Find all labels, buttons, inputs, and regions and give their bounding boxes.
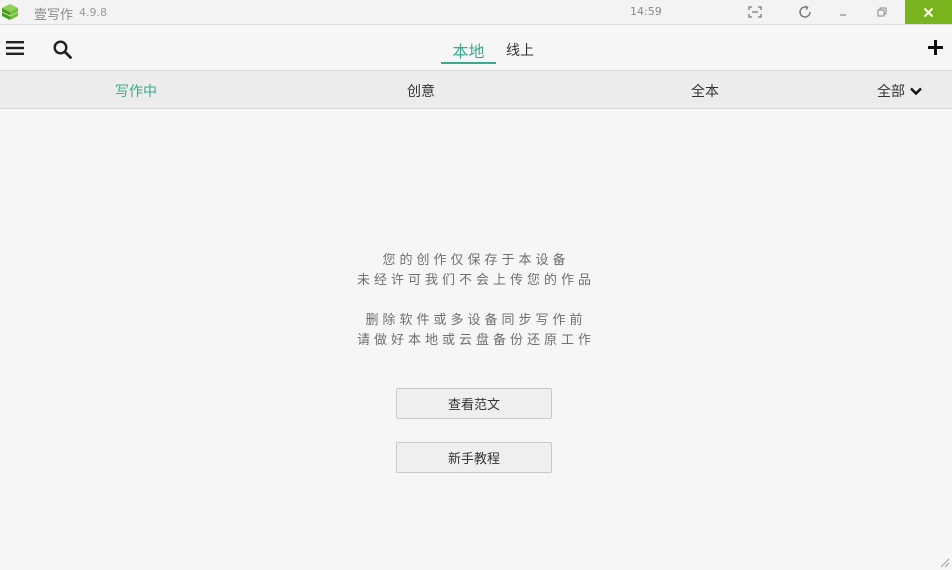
clock: 14:59: [630, 5, 662, 18]
close-icon: [923, 7, 934, 17]
toolbar: 本地 线上: [0, 25, 952, 71]
filter-ideas[interactable]: 创意: [407, 81, 435, 101]
app-name: 壹写作: [34, 8, 74, 23]
restore-icon: [877, 7, 887, 17]
app-logo-icon: [1, 4, 19, 20]
view-samples-button[interactable]: 查看范文: [396, 388, 552, 419]
filter-complete[interactable]: 全本: [691, 81, 719, 101]
tab-local[interactable]: 本地: [441, 38, 496, 64]
tab-online[interactable]: 线上: [506, 40, 534, 60]
filter-writing[interactable]: 写作中: [115, 81, 157, 101]
filter-all-dropdown[interactable]: 全部: [877, 81, 923, 101]
message-line-3: 删除软件或多设备同步写作前: [365, 313, 587, 328]
tutorial-button[interactable]: 新手教程: [396, 442, 552, 473]
app-version: 4.9.8: [79, 6, 107, 19]
plus-icon[interactable]: [928, 40, 943, 55]
minimize-button[interactable]: [827, 0, 859, 24]
fullscreen-button[interactable]: [739, 0, 771, 24]
refresh-button[interactable]: [789, 0, 821, 24]
message-line-2: 未经许可我们不会上传您的作品: [356, 273, 595, 288]
message-line-4: 请做好本地或云盘备份还原工作: [356, 333, 595, 348]
menu-icon[interactable]: [6, 40, 24, 56]
resize-grip-icon[interactable]: [938, 556, 950, 568]
close-button[interactable]: [905, 0, 952, 24]
message-line-1: 您的创作仅保存于本设备: [382, 253, 570, 268]
minimize-icon: [840, 14, 846, 16]
filter-all-label: 全部: [877, 84, 905, 100]
refresh-icon: [799, 5, 811, 18]
title-bar: 壹写作 4.9.8 14:59: [0, 0, 952, 25]
filter-bar: 写作中 创意 全本 全部: [0, 71, 952, 109]
chevron-down-icon: [910, 87, 922, 96]
restore-button[interactable]: [866, 0, 898, 24]
search-icon[interactable]: [53, 40, 72, 59]
fullscreen-icon: [748, 6, 762, 18]
